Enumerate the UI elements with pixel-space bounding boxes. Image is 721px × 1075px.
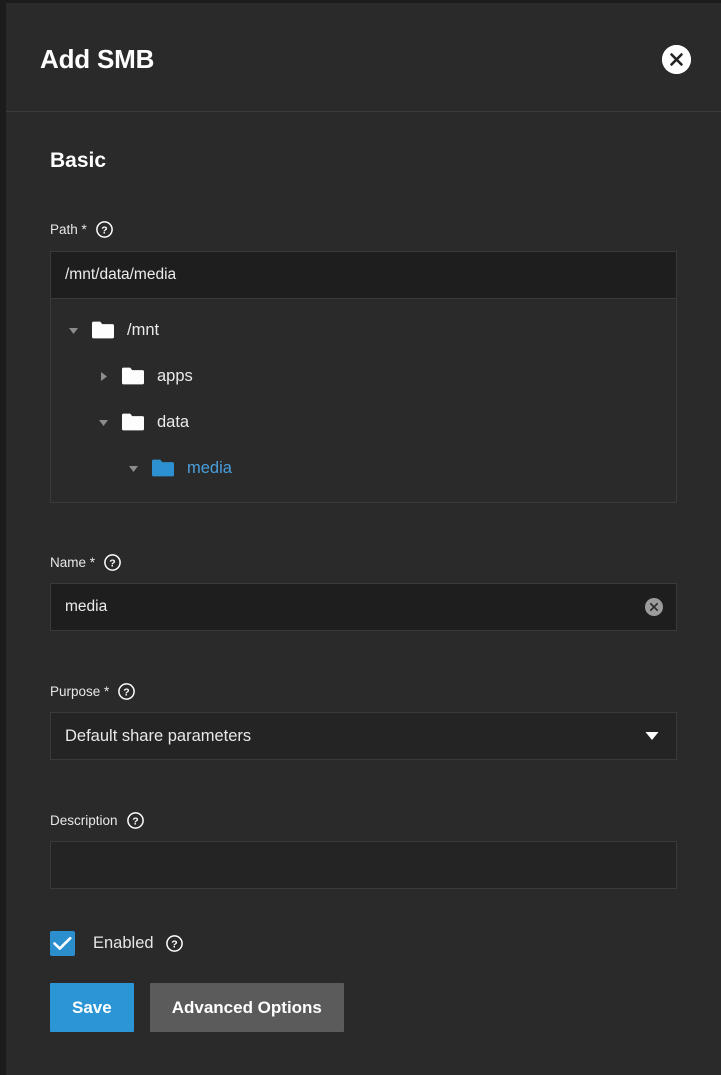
close-icon bbox=[662, 45, 691, 74]
dialog-actions: Save Advanced Options bbox=[50, 983, 677, 1032]
folder-icon bbox=[122, 413, 144, 431]
name-field-group: Name * ? bbox=[50, 553, 677, 631]
dialog-header: Add SMB bbox=[6, 3, 721, 112]
tree-node-label: /mnt bbox=[127, 321, 159, 340]
path-input[interactable] bbox=[50, 251, 677, 299]
enabled-row: Enabled ? bbox=[50, 931, 677, 956]
triangle-down-icon[interactable] bbox=[91, 410, 115, 434]
path-label: Path * bbox=[50, 222, 87, 237]
add-smb-dialog: Add SMB Basic Path * ? bbox=[6, 3, 721, 1075]
save-button[interactable]: Save bbox=[50, 983, 134, 1032]
purpose-select-wrap: Default share parameters bbox=[50, 712, 677, 760]
description-input[interactable] bbox=[50, 841, 677, 889]
description-input-wrap bbox=[50, 841, 677, 889]
description-field-group: Description ? bbox=[50, 811, 677, 889]
name-input-wrap bbox=[50, 583, 677, 631]
help-circle-icon[interactable]: ? bbox=[166, 935, 183, 952]
description-label-row: Description ? bbox=[50, 811, 677, 829]
tree-node-label: data bbox=[157, 413, 189, 432]
svg-text:?: ? bbox=[101, 224, 107, 236]
path-field-group: Path * ? bbox=[50, 220, 677, 503]
name-label: Name * bbox=[50, 555, 95, 570]
name-label-row: Name * ? bbox=[50, 553, 677, 571]
triangle-down-icon[interactable] bbox=[121, 456, 145, 480]
purpose-select[interactable]: Default share parameters bbox=[50, 712, 677, 760]
help-circle-icon[interactable]: ? bbox=[96, 221, 113, 238]
purpose-label-row: Purpose * ? bbox=[50, 682, 677, 700]
enabled-label: Enabled bbox=[93, 934, 154, 953]
close-button[interactable] bbox=[662, 45, 691, 74]
enabled-checkbox[interactable] bbox=[50, 931, 75, 956]
folder-icon bbox=[122, 367, 144, 385]
folder-icon bbox=[152, 459, 174, 477]
dialog-body: Basic Path * ? bbox=[6, 112, 721, 1032]
advanced-options-button[interactable]: Advanced Options bbox=[150, 983, 344, 1032]
triangle-down-icon[interactable] bbox=[61, 318, 85, 342]
tree-node-label: media bbox=[187, 459, 232, 478]
name-input[interactable] bbox=[50, 583, 677, 631]
tree-node-data[interactable]: data bbox=[51, 399, 676, 445]
clear-icon[interactable] bbox=[645, 598, 663, 616]
purpose-field-group: Purpose * ? Default share parameters bbox=[50, 682, 677, 760]
svg-text:?: ? bbox=[109, 557, 115, 569]
svg-text:?: ? bbox=[132, 815, 138, 827]
folder-icon bbox=[92, 321, 114, 339]
help-circle-icon[interactable]: ? bbox=[127, 812, 144, 829]
tree-node-mnt[interactable]: /mnt bbox=[51, 307, 676, 353]
help-circle-icon[interactable]: ? bbox=[118, 683, 135, 700]
help-circle-icon[interactable]: ? bbox=[104, 554, 121, 571]
path-input-wrap bbox=[50, 251, 677, 299]
section-heading: Basic bbox=[50, 112, 677, 173]
tree-node-media[interactable]: media bbox=[51, 445, 676, 491]
triangle-right-icon[interactable] bbox=[91, 364, 115, 388]
description-label: Description bbox=[50, 813, 118, 828]
purpose-selected-value: Default share parameters bbox=[65, 727, 251, 746]
page-title: Add SMB bbox=[40, 44, 154, 75]
svg-text:?: ? bbox=[124, 686, 130, 698]
tree-node-label: apps bbox=[157, 367, 193, 386]
tree-node-apps[interactable]: apps bbox=[51, 353, 676, 399]
path-label-row: Path * ? bbox=[50, 220, 677, 238]
directory-tree: /mnt apps bbox=[50, 298, 677, 503]
svg-text:?: ? bbox=[171, 938, 177, 950]
purpose-label: Purpose * bbox=[50, 684, 109, 699]
